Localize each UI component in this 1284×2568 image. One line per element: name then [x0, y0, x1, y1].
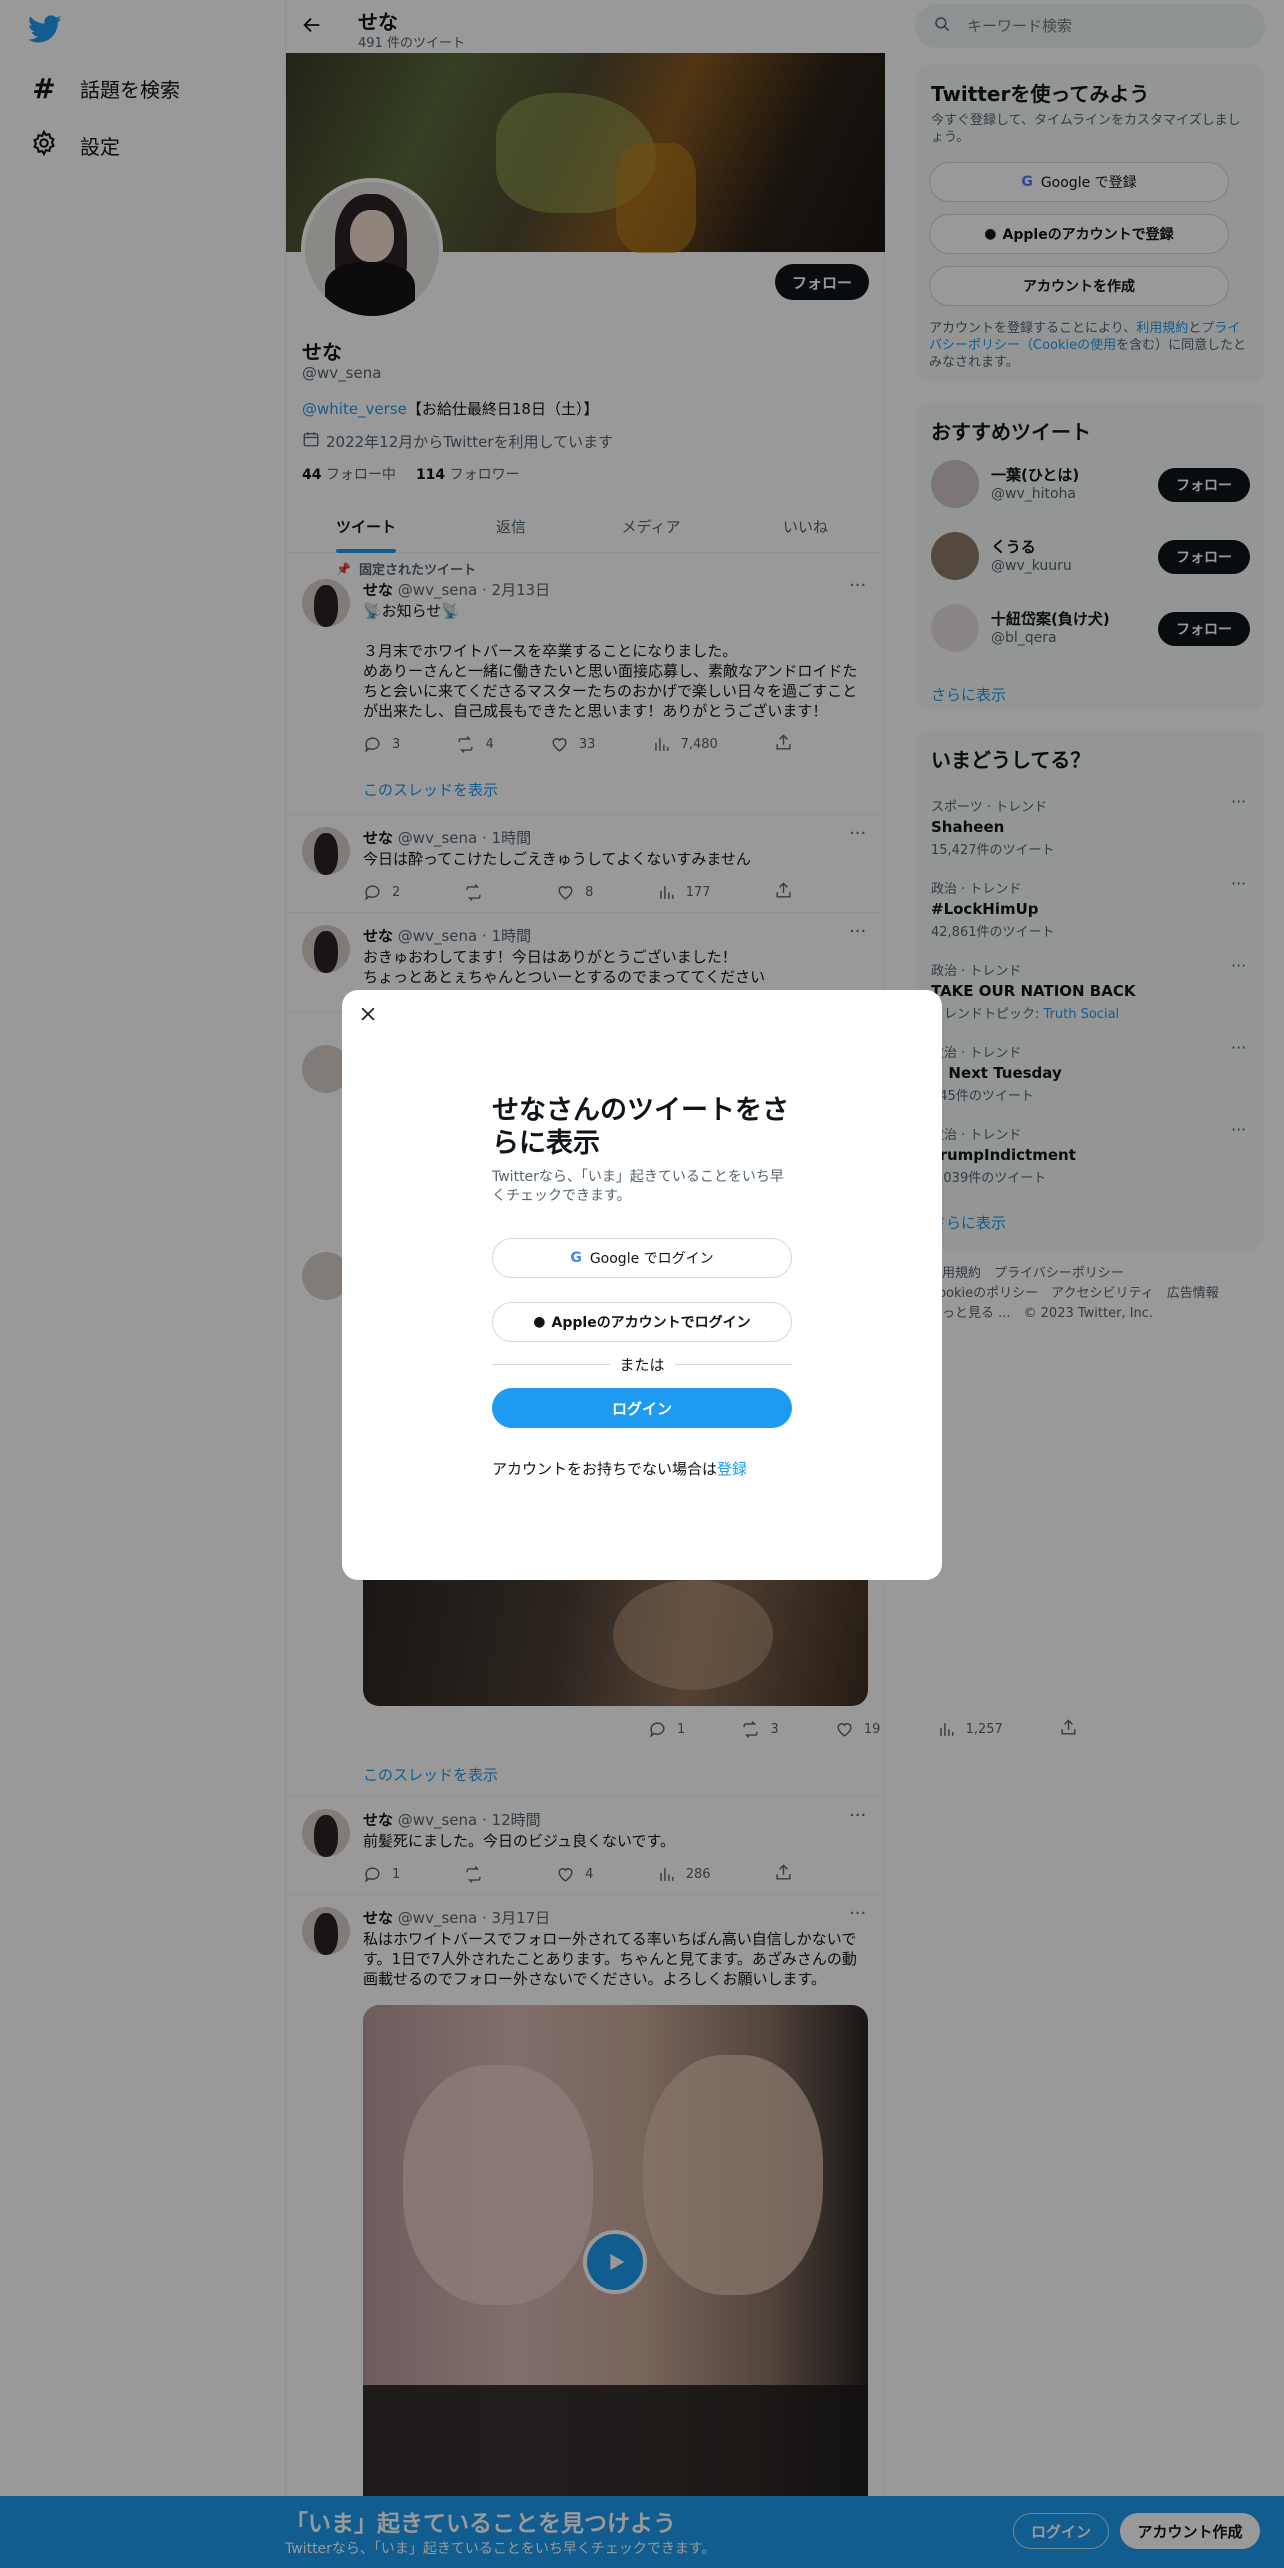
login-modal: せなさんのツイートをさらに表示 Twitterなら、「いま」起きていることをいち…	[342, 990, 942, 1580]
signup-link[interactable]: 登録	[717, 1460, 747, 1478]
apple-icon: ●	[533, 1314, 546, 1330]
close-icon[interactable]	[358, 1004, 378, 1028]
banner-subtitle: Twitterなら、「いま」起きていることをいち早くチェックできます。	[285, 2541, 716, 2557]
modal-subtitle: Twitterなら、「いま」起きていることをいち早くチェックできます。	[492, 1169, 784, 1204]
google-login-button[interactable]: G Google でログイン	[492, 1238, 792, 1278]
signup-prompt: アカウントをお持ちでない場合は登録	[492, 1460, 748, 1478]
bottom-signup-banner: 「いま」起きていることを見つけよう Twitterなら、「いま」起きていることを…	[0, 2496, 1284, 2568]
or-divider: または	[492, 1354, 793, 1375]
google-icon: G	[570, 1250, 582, 1266]
login-button[interactable]: ログイン	[492, 1388, 792, 1428]
banner-create-account-button[interactable]: アカウント作成	[1120, 2513, 1260, 2549]
banner-login-button[interactable]: ログイン	[1013, 2513, 1109, 2549]
modal-title: せなさんのツイートをさらに表示	[492, 1095, 789, 1159]
banner-title: 「いま」起きていることを見つけよう	[285, 2511, 676, 2537]
apple-login-button[interactable]: ● Appleのアカウントでログイン	[492, 1302, 792, 1342]
